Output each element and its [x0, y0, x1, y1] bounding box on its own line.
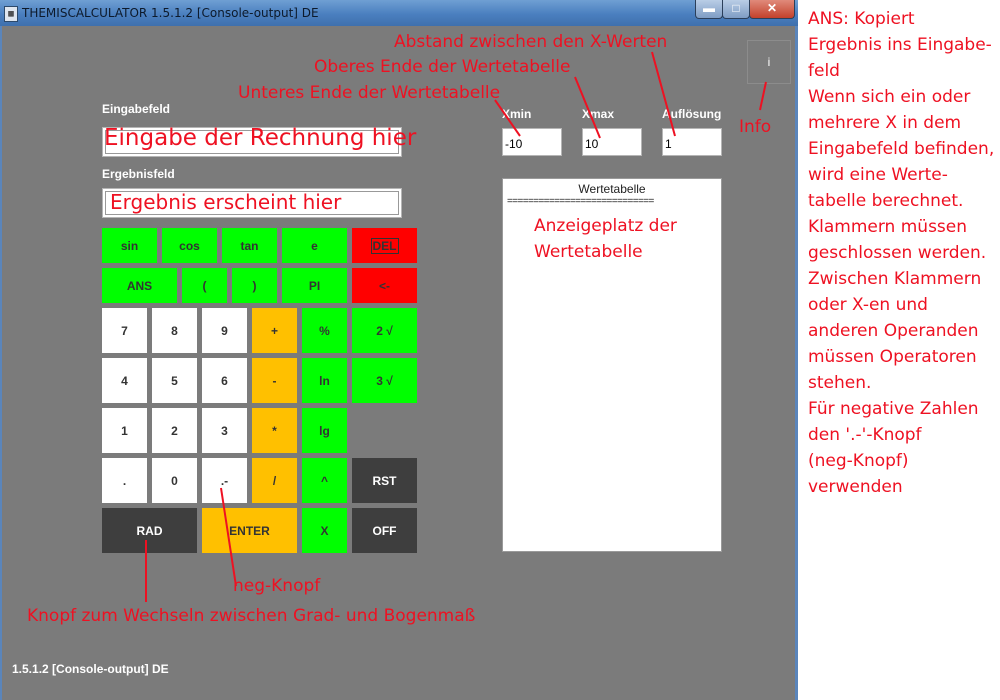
status-text: 1.5.1.2 [Console-output] DE — [12, 662, 169, 676]
x-variable-button[interactable]: X — [302, 508, 347, 553]
xmax-field[interactable]: 10 — [582, 128, 642, 156]
close-paren-button[interactable]: ) — [232, 268, 277, 303]
value-table-header: Wertetabelle — [578, 182, 646, 196]
side-note-line: Eingabefeld befinden, — [808, 139, 995, 159]
input-label: Eingabefeld — [102, 102, 171, 116]
upper-annotation: Oberes Ende der Wertetabelle — [314, 57, 571, 77]
result-label: Ergebnisfeld — [102, 167, 175, 181]
reset-button[interactable]: RST — [352, 458, 417, 503]
side-note-line: feld — [808, 61, 840, 81]
digit-6-button[interactable]: 6 — [202, 358, 247, 403]
table-place-annotation-line1: Anzeigeplatz der — [534, 216, 677, 236]
delete-button[interactable]: DEL — [352, 228, 417, 263]
digit-3-button[interactable]: 3 — [202, 408, 247, 453]
side-note-line: ANS: Kopiert — [808, 9, 915, 29]
step-annotation: Abstand zwischen den X-Werten — [394, 32, 668, 52]
calculator-window: ▦ THEMISCALCULATOR 1.5.1.2 [Console-outp… — [0, 0, 798, 700]
open-paren-button[interactable]: ( — [182, 268, 227, 303]
window-frame-left — [0, 26, 2, 700]
value-table-separator: ============================ — [507, 196, 654, 207]
maximize-button[interactable]: □ — [722, 0, 750, 19]
power-button[interactable]: ^ — [302, 458, 347, 503]
side-note-line: anderen Operanden — [808, 321, 979, 341]
info-annotation: Info — [739, 117, 772, 137]
side-note-line: Für negative Zahlen — [808, 399, 979, 419]
xmin-field[interactable]: -10 — [502, 128, 562, 156]
digit-2-button[interactable]: 2 — [152, 408, 197, 453]
negative-button[interactable]: .- — [202, 458, 247, 503]
close-button[interactable]: ✕ — [749, 0, 795, 19]
window-frame-right — [795, 26, 798, 700]
lower-annotation: Unteres Ende der Wertetabelle — [238, 83, 501, 103]
cube-root-button[interactable]: 3 √ — [352, 358, 417, 403]
side-note-line: Ergebnis ins Eingabe- — [808, 35, 992, 55]
input-hint-annotation: Eingabe der Rechnung hier — [104, 125, 417, 151]
digit-7-button[interactable]: 7 — [102, 308, 147, 353]
side-note-line: (neg-Knopf) — [808, 451, 909, 471]
side-note-line: Wenn sich ein oder — [808, 87, 971, 107]
side-note-line: Klammern müssen — [808, 217, 968, 237]
side-note-line: mehrere X in dem — [808, 113, 962, 133]
minimize-button[interactable]: ▬ — [695, 0, 723, 19]
xmin-label: Xmin — [502, 107, 532, 121]
digit-1-button[interactable]: 1 — [102, 408, 147, 453]
side-notes: ANS: Kopiert Ergebnis ins Eingabe-feld Wen… — [808, 6, 998, 500]
multiply-button[interactable]: * — [252, 408, 297, 453]
enter-button[interactable]: ENTER — [202, 508, 297, 553]
delete-button-label: DEL — [370, 237, 399, 254]
window-title: THEMISCALCULATOR 1.5.1.2 [Console-output… — [22, 6, 319, 20]
cos-button[interactable]: cos — [162, 228, 217, 263]
divide-button[interactable]: / — [252, 458, 297, 503]
digit-0-button[interactable]: 0 — [152, 458, 197, 503]
off-button[interactable]: OFF — [352, 508, 417, 553]
decimal-point-button[interactable]: . — [102, 458, 147, 503]
side-note-line: den '.-'-Knopf — [808, 425, 922, 445]
xmax-label: Xmax — [582, 107, 615, 121]
side-note-line: tabelle berechnet. — [808, 191, 964, 211]
digit-8-button[interactable]: 8 — [152, 308, 197, 353]
digit-9-button[interactable]: 9 — [202, 308, 247, 353]
neg-button-annotation: neg-Knopf — [233, 576, 321, 596]
digit-4-button[interactable]: 4 — [102, 358, 147, 403]
tan-button[interactable]: tan — [222, 228, 277, 263]
plus-button[interactable]: + — [252, 308, 297, 353]
resolution-label: Auflösung — [662, 107, 722, 121]
side-note-line: oder X-en und — [808, 295, 928, 315]
digit-5-button[interactable]: 5 — [152, 358, 197, 403]
side-note-line: geschlossen werden. — [808, 243, 987, 263]
percent-button[interactable]: % — [302, 308, 347, 353]
table-place-annotation-line2: Wertetabelle — [534, 242, 643, 262]
rad-button[interactable]: RAD — [102, 508, 197, 553]
square-root-button[interactable]: 2 √ — [352, 308, 417, 353]
ans-button[interactable]: ANS — [102, 268, 177, 303]
rad-button-annotation: Knopf zum Wechseln zwischen Grad- und Bo… — [27, 606, 476, 626]
backspace-button[interactable]: <- — [352, 268, 417, 303]
side-note-line: wird eine Werte- — [808, 165, 948, 185]
ln-button[interactable]: ln — [302, 358, 347, 403]
minus-button[interactable]: - — [252, 358, 297, 403]
side-note-line: müssen Operatoren — [808, 347, 977, 367]
e-button[interactable]: e — [282, 228, 347, 263]
info-button[interactable]: i — [747, 40, 791, 84]
lg-button[interactable]: lg — [302, 408, 347, 453]
result-hint-annotation: Ergebnis erscheint hier — [110, 190, 342, 214]
title-bar: ▦ THEMISCALCULATOR 1.5.1.2 [Console-outp… — [0, 0, 798, 26]
resolution-field[interactable]: 1 — [662, 128, 722, 156]
side-note-line: stehen. — [808, 373, 872, 393]
side-note-line: Zwischen Klammern — [808, 269, 982, 289]
app-icon: ▦ — [4, 6, 18, 22]
pi-button[interactable]: PI — [282, 268, 347, 303]
side-note-line: verwenden — [808, 477, 903, 497]
sin-button[interactable]: sin — [102, 228, 157, 263]
